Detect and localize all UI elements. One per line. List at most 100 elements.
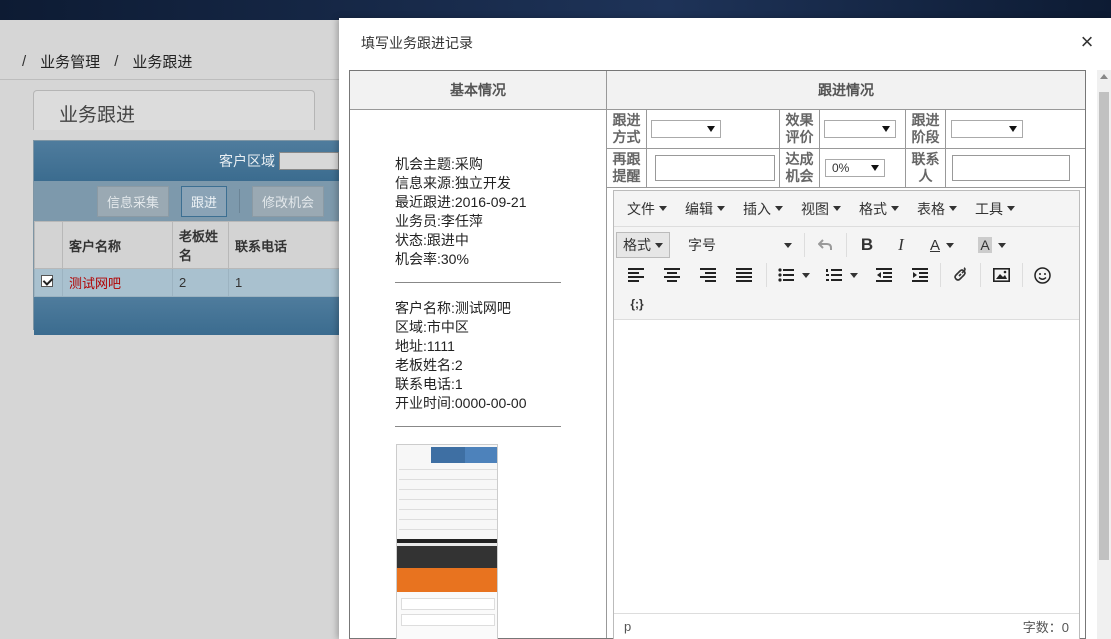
edit-opportunity-button[interactable]: 修改机会	[252, 185, 325, 217]
followup-form-table: 基本情况 机会主题:采购 信息来源:独立开发 最近跟进:2016-09-21 业…	[349, 70, 1086, 639]
form-row-2: 再跟提醒 达成机会 0% 联系人	[607, 149, 1085, 188]
scroll-up-icon[interactable]	[1100, 74, 1108, 79]
align-center-icon[interactable]	[660, 262, 684, 288]
breadcrumb: / 业务管理 / 业务跟进	[0, 44, 340, 80]
emoji-icon[interactable]	[1030, 262, 1054, 288]
table-row[interactable]: 测试网吧 2 1	[34, 268, 342, 297]
followup-column: 跟进情况 跟进方式 效果评价 跟进阶段 再跟提醒 达成机会 0% 联系人 文件 …	[607, 71, 1085, 639]
menu-insert[interactable]: 插入	[734, 199, 792, 219]
top-banner	[0, 0, 1111, 20]
region-select[interactable]	[279, 152, 339, 170]
word-count: 字数：0	[1022, 620, 1069, 635]
info-area: 区域:市中区	[395, 319, 469, 335]
chance-label: 达成机会	[780, 149, 820, 188]
filter-bar: 客户区域	[34, 141, 342, 181]
caret-down-icon	[1007, 206, 1015, 211]
method-label: 跟进方式	[607, 110, 647, 149]
breadcrumb-item[interactable]: 业务跟进	[132, 51, 192, 72]
breadcrumb-item[interactable]: 业务管理	[40, 51, 100, 72]
menu-tools[interactable]: 工具	[966, 199, 1024, 219]
opportunity-info: 机会主题:采购 信息来源:独立开发 最近跟进:2016-09-21 业务员:李任…	[395, 155, 527, 269]
customer-cell[interactable]: 测试网吧	[62, 268, 173, 297]
info-topic: 机会主题:采购	[395, 156, 483, 172]
chevron-down-icon	[882, 126, 890, 132]
align-justify-icon[interactable]	[732, 262, 756, 288]
contact-input[interactable]	[952, 155, 1070, 181]
background-color-button[interactable]: A	[972, 232, 1012, 258]
boss-cell: 2	[172, 268, 229, 297]
method-select[interactable]	[651, 120, 721, 138]
image-icon[interactable]	[989, 262, 1013, 288]
menu-table[interactable]: 表格	[908, 199, 966, 219]
basic-info-header: 基本情况	[350, 71, 606, 110]
followup-button[interactable]: 跟进	[181, 185, 228, 217]
tab-business-followup[interactable]: 业务跟进	[33, 90, 315, 130]
info-rate: 机会率:30%	[395, 251, 469, 267]
editor-content-area[interactable]	[614, 320, 1079, 615]
link-icon[interactable]	[948, 262, 972, 288]
column-header[interactable]: 客户名称	[62, 221, 173, 269]
numbered-list-button[interactable]	[822, 262, 862, 288]
align-right-icon[interactable]	[696, 262, 720, 288]
info-boss: 老板姓名:2	[395, 357, 463, 373]
stage-label: 跟进阶段	[906, 110, 946, 149]
chevron-down-icon	[871, 165, 879, 171]
italic-icon[interactable]: I	[890, 232, 912, 258]
menu-format[interactable]: 格式	[850, 199, 908, 219]
editor-menubar: 文件 编辑 插入 视图 格式 表格 工具	[614, 191, 1079, 227]
chevron-down-icon	[1009, 126, 1017, 132]
indent-icon[interactable]	[908, 262, 932, 288]
editor-toolbar: 格式 字号 B I A A {;}	[614, 227, 1079, 320]
info-customer-name: 客户名称:测试网吧	[395, 300, 511, 316]
text-color-icon: A	[929, 236, 940, 254]
outdent-icon[interactable]	[872, 262, 896, 288]
info-last-followup: 最近跟进:2016-09-21	[395, 194, 527, 210]
close-icon[interactable]: ×	[1077, 31, 1097, 53]
scrollbar-thumb[interactable]	[1099, 92, 1109, 560]
code-sample-icon[interactable]: {;}	[624, 291, 650, 317]
caret-down-icon	[717, 206, 725, 211]
business-table: 客户名称 老板姓名 联系电话 测试网吧 2 1	[34, 221, 342, 297]
info-open-time: 开业时间:0000-00-00	[395, 395, 527, 411]
filter-label: 客户区域	[219, 153, 275, 169]
format-dropdown[interactable]: 格式	[616, 232, 670, 258]
panel-toolbar: 信息采集 跟进 修改机会	[34, 181, 342, 221]
menu-file[interactable]: 文件	[618, 199, 676, 219]
collect-info-button[interactable]: 信息采集	[97, 185, 170, 217]
fontsize-dropdown[interactable]: 字号	[688, 232, 792, 258]
panel-footer	[34, 297, 342, 335]
chance-select[interactable]: 0%	[825, 159, 885, 177]
info-address: 地址:1111	[395, 338, 455, 354]
chevron-down-icon	[707, 126, 715, 132]
info-source: 信息来源:独立开发	[395, 175, 511, 191]
row-checkbox[interactable]	[41, 275, 53, 287]
column-header[interactable]: 老板姓名	[172, 221, 229, 269]
effect-select[interactable]	[824, 120, 896, 138]
element-path[interactable]: p	[624, 619, 631, 634]
stage-select[interactable]	[951, 120, 1023, 138]
bold-icon[interactable]: B	[856, 232, 878, 258]
align-left-icon[interactable]	[624, 262, 648, 288]
numbered-list-icon	[826, 269, 842, 281]
undo-icon[interactable]	[814, 232, 836, 258]
business-panel: 客户区域 信息采集 跟进 修改机会 客户名称 老板姓名 联系电话 测试网吧 2 …	[33, 140, 343, 335]
text-color-button[interactable]: A	[922, 232, 962, 258]
bullet-list-button[interactable]	[774, 262, 814, 288]
menu-view[interactable]: 视图	[792, 199, 850, 219]
dialog-scrollbar[interactable]	[1097, 70, 1111, 639]
info-status: 状态:跟进中	[395, 232, 469, 248]
dialog-body: 基本情况 机会主题:采购 信息来源:独立开发 最近跟进:2016-09-21 业…	[349, 70, 1109, 639]
editor-statusbar: p 字数：0	[614, 613, 1079, 639]
remind-label: 再跟提醒	[607, 149, 647, 188]
screenshot-thumbnail[interactable]	[396, 444, 498, 639]
caret-down-icon	[891, 206, 899, 211]
chance-value: 0%	[832, 161, 850, 175]
contact-label: 联系人	[906, 149, 946, 188]
divider	[395, 426, 561, 427]
caret-down-icon	[949, 206, 957, 211]
caret-down-icon	[655, 242, 663, 248]
caret-down-icon	[659, 206, 667, 211]
column-header[interactable]: 联系电话	[228, 221, 342, 269]
menu-edit[interactable]: 编辑	[676, 199, 734, 219]
remind-input[interactable]	[655, 155, 775, 181]
